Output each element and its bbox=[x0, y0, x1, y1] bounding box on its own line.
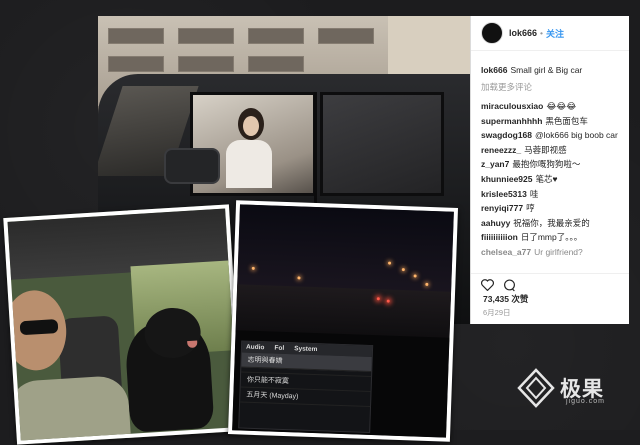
street-light bbox=[251, 266, 255, 270]
track-row: 五月天 (Mayday) bbox=[240, 387, 371, 407]
street-light bbox=[387, 261, 392, 265]
building-window bbox=[178, 28, 234, 44]
comment: reneezzz_ 马蓉即视感 bbox=[481, 143, 619, 158]
post-date: 6月29日 bbox=[483, 308, 511, 317]
street-light bbox=[413, 274, 417, 278]
man-shirt bbox=[7, 374, 132, 445]
building-window bbox=[108, 56, 164, 72]
driver-face bbox=[243, 116, 259, 136]
avatar[interactable] bbox=[481, 22, 503, 44]
street-light bbox=[401, 268, 405, 272]
comment: swagdog168 @lok666 big boob car bbox=[481, 128, 619, 143]
building-window bbox=[318, 28, 374, 44]
comment-username[interactable]: miraculousxiao bbox=[481, 101, 543, 111]
instagram-panel: lok666 • 关注 lok666 Small girl & Big car 加… bbox=[470, 16, 629, 324]
tab-system: System bbox=[294, 345, 318, 354]
caption-username[interactable]: lok666 bbox=[481, 65, 507, 75]
comment-username[interactable]: supermanhhhh bbox=[481, 116, 542, 126]
comment: khunniee925 笔芯♥ bbox=[481, 172, 619, 187]
building-window bbox=[108, 28, 164, 44]
building-window bbox=[248, 28, 304, 44]
comment-text: 笔芯♥ bbox=[535, 173, 558, 184]
brand-url: jiguo.com bbox=[566, 398, 605, 405]
comment-text: 马蓉即视感 bbox=[524, 144, 567, 155]
comment-username[interactable]: aahuyy bbox=[481, 218, 510, 228]
comment: supermanhhhh 黑色面包车 bbox=[481, 114, 619, 129]
tab-folder: Fol bbox=[274, 344, 285, 352]
comment-username[interactable]: renyiqi777 bbox=[481, 203, 523, 213]
comment-text: 最抱你嘅狗狗啦～ bbox=[512, 159, 581, 170]
comment: renyiqi777 哼 bbox=[481, 201, 619, 216]
comment-text: 哇 bbox=[529, 188, 539, 199]
caption-text: Small girl & Big car bbox=[510, 65, 583, 75]
comment-text: @lok666 big boob car bbox=[535, 130, 618, 141]
street-light bbox=[425, 282, 429, 286]
like-heart-icon[interactable] bbox=[481, 279, 494, 291]
brand-logo-icon bbox=[517, 368, 555, 408]
comment-username[interactable]: chelsea_a77 bbox=[481, 247, 531, 257]
tab-audio: Audio bbox=[245, 343, 265, 352]
comment-bubble-icon[interactable] bbox=[503, 278, 516, 292]
post-header: lok666 • 关注 bbox=[471, 16, 629, 51]
side-mirror bbox=[164, 148, 220, 184]
comment-username[interactable]: swagdog168 bbox=[481, 130, 532, 140]
tail-light bbox=[376, 297, 380, 301]
comment-username[interactable]: fiiiiiiiiiion bbox=[481, 232, 518, 242]
comment-username[interactable]: krislee5313 bbox=[481, 189, 527, 199]
driver-body bbox=[226, 140, 272, 188]
comment: krislee5313 哇 bbox=[481, 187, 619, 202]
comment-text: 日了mmp了。。。 bbox=[520, 232, 583, 243]
comments-section: lok666 Small girl & Big car 加载更多评论 miracu… bbox=[471, 51, 629, 260]
comment-text: 黑色面包车 bbox=[545, 115, 588, 126]
comment-text: 祝福你，我最亲爱的 bbox=[513, 217, 590, 228]
comment: aahuyy 祝福你，我最亲爱的 bbox=[481, 216, 619, 231]
likes-count[interactable]: 73,435 次赞 bbox=[483, 293, 528, 305]
building-window bbox=[248, 56, 304, 72]
comment: miraculousxiao 😂😂😂 bbox=[481, 99, 619, 114]
night-drive-photo: Audio Fol System 志明與春嬌 你只能不寂寞 五月天 (Mayda… bbox=[227, 200, 459, 442]
post-username[interactable]: lok666 bbox=[509, 28, 537, 38]
comment-username[interactable]: z_yan7 bbox=[481, 159, 509, 169]
tail-light bbox=[386, 299, 390, 303]
comment-text: Ur girlfriend? bbox=[534, 246, 583, 257]
building-window bbox=[178, 56, 234, 72]
follow-button[interactable]: 关注 bbox=[546, 27, 564, 40]
separator-dot: • bbox=[540, 28, 544, 38]
comment: fiiiiiiiiiion 日了mmp了。。。 bbox=[481, 230, 619, 245]
comment-username[interactable]: reneezzz_ bbox=[481, 145, 521, 155]
infotainment-screen: Audio Fol System 志明與春嬌 你只能不寂寞 五月天 (Mayda… bbox=[238, 340, 374, 434]
comment: chelsea_a77 Ur girlfriend? bbox=[481, 245, 619, 260]
comment: z_yan7 最抱你嘅狗狗啦～ bbox=[481, 157, 619, 172]
comment-text: 哼 bbox=[526, 203, 535, 214]
dog-selfie-photo bbox=[3, 204, 243, 445]
comment-text: 😂😂😂 bbox=[546, 101, 577, 111]
post-caption: lok666 Small girl & Big car bbox=[481, 65, 619, 76]
rear-window bbox=[320, 92, 444, 196]
sunglasses bbox=[19, 318, 59, 336]
comment-username[interactable]: khunniee925 bbox=[481, 174, 533, 184]
street-light bbox=[297, 276, 301, 280]
load-more-comments-link[interactable]: 加载更多评论 bbox=[481, 81, 619, 93]
